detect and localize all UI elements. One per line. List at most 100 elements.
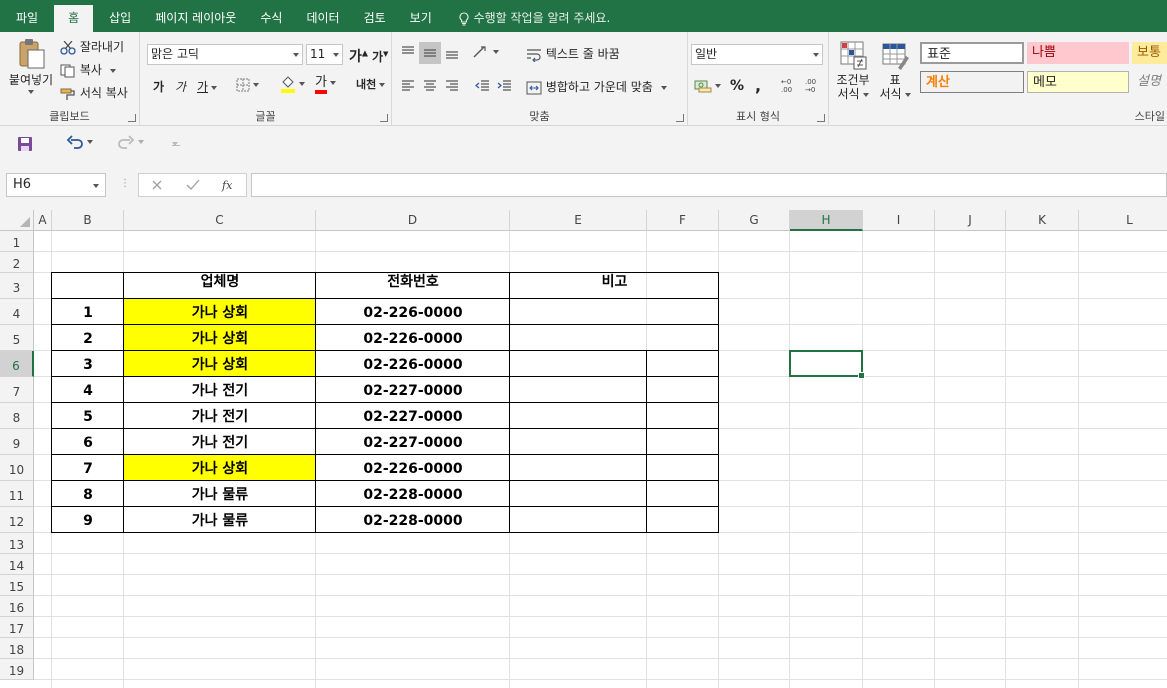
italic-button[interactable]: 가 bbox=[175, 78, 186, 95]
column-header-i[interactable]: I bbox=[863, 210, 935, 231]
row-header-12[interactable]: 12 bbox=[0, 507, 34, 533]
row-header-16[interactable]: 16 bbox=[0, 596, 34, 617]
borders-dropdown-icon[interactable] bbox=[253, 82, 259, 87]
cancel-icon[interactable] bbox=[151, 179, 163, 191]
cell-phone[interactable]: 02-227-0000 bbox=[316, 377, 510, 403]
cell-company[interactable]: 가나 상회 bbox=[124, 325, 316, 351]
paste-dropdown-icon[interactable] bbox=[28, 89, 34, 94]
align-bottom-icon[interactable] bbox=[444, 44, 460, 60]
grow-font-button[interactable]: 가▲ bbox=[349, 46, 368, 66]
cell-number[interactable]: 6 bbox=[52, 429, 124, 455]
worksheet-grid[interactable]: A B C D E F G H I J K L 1 2 3 4 5 6 7 8 9 10 11 12 13 14 15 16 17 18 1… bbox=[0, 210, 1167, 688]
cell-number[interactable]: 7 bbox=[52, 455, 124, 481]
row-header-9[interactable]: 9 bbox=[0, 429, 34, 455]
row-header-6[interactable]: 6 bbox=[0, 351, 34, 377]
style-calculation[interactable]: 계산 bbox=[920, 71, 1024, 93]
font-size-select[interactable]: 11 bbox=[306, 44, 343, 65]
redo-button[interactable] bbox=[117, 134, 144, 150]
save-icon[interactable] bbox=[17, 136, 33, 152]
cell-company[interactable]: 가나 물류 bbox=[124, 481, 316, 507]
row-header-2[interactable]: 2 bbox=[0, 252, 34, 273]
orientation-button[interactable] bbox=[472, 44, 499, 60]
cell-company[interactable]: 가나 물류 bbox=[124, 507, 316, 533]
orientation-dropdown-icon[interactable] bbox=[493, 50, 499, 54]
fill-color-button[interactable] bbox=[280, 75, 305, 93]
increase-indent-icon[interactable] bbox=[496, 78, 512, 94]
number-launcher-icon[interactable] bbox=[817, 114, 825, 122]
bold-button[interactable]: 가 bbox=[153, 78, 164, 95]
row-header-8[interactable]: 8 bbox=[0, 403, 34, 429]
cell-number[interactable]: 2 bbox=[52, 325, 124, 351]
style-normal[interactable]: 표준 bbox=[920, 42, 1024, 64]
row-header-4[interactable]: 4 bbox=[0, 299, 34, 325]
align-middle-button[interactable] bbox=[419, 42, 441, 64]
undo-dropdown-icon[interactable] bbox=[87, 140, 93, 144]
cell-phone[interactable]: 02-228-0000 bbox=[316, 507, 510, 533]
phonetic-dropdown-icon[interactable] bbox=[379, 83, 386, 87]
decrease-decimal-icon[interactable]: .00→0 bbox=[802, 76, 822, 94]
cell-phone[interactable]: 02-227-0000 bbox=[316, 429, 510, 455]
align-top-icon[interactable] bbox=[400, 44, 416, 60]
column-header-l[interactable]: L bbox=[1079, 210, 1167, 231]
cell-number[interactable]: 3 bbox=[52, 351, 124, 377]
column-header-j[interactable]: J bbox=[935, 210, 1006, 231]
format-painter-button[interactable]: 서식 복사 bbox=[60, 84, 128, 101]
cut-button[interactable]: 잘라내기 bbox=[60, 38, 124, 55]
align-left-icon[interactable] bbox=[400, 78, 416, 94]
cell-company[interactable]: 가나 상회 bbox=[124, 455, 316, 481]
underline-button[interactable]: 가 bbox=[197, 78, 218, 95]
select-all-button[interactable] bbox=[0, 210, 34, 231]
undo-button[interactable] bbox=[66, 134, 93, 150]
row-header-18[interactable]: 18 bbox=[0, 638, 34, 659]
formula-bar-splitter-icon[interactable]: ⋮ bbox=[120, 178, 130, 189]
insert-function-icon[interactable]: fx bbox=[221, 177, 237, 193]
column-header-g[interactable]: G bbox=[719, 210, 790, 231]
decrease-indent-icon[interactable] bbox=[474, 78, 490, 94]
tab-view[interactable]: 보기 bbox=[398, 0, 444, 32]
style-bad[interactable]: 나쁨 bbox=[1027, 42, 1129, 64]
copy-dropdown-icon[interactable] bbox=[109, 68, 116, 73]
borders-button[interactable] bbox=[236, 77, 259, 92]
tell-me-box[interactable]: 수행할 작업을 알려 주세요. bbox=[444, 0, 610, 32]
style-neutral[interactable]: 보통 bbox=[1132, 42, 1167, 64]
row-header-5[interactable]: 5 bbox=[0, 325, 34, 351]
align-center-icon[interactable] bbox=[422, 78, 438, 94]
row-header-17[interactable]: 17 bbox=[0, 617, 34, 638]
cell-company[interactable]: 가나 전기 bbox=[124, 377, 316, 403]
merge-center-dropdown-icon[interactable] bbox=[660, 85, 667, 90]
name-box[interactable]: H6 bbox=[6, 173, 106, 197]
formula-input[interactable] bbox=[251, 173, 1167, 197]
cell-company[interactable]: 가나 전기 bbox=[124, 403, 316, 429]
tab-home[interactable]: 홈 bbox=[54, 5, 94, 32]
accounting-dropdown-icon[interactable] bbox=[715, 83, 721, 88]
conditional-formatting-button[interactable]: 조건부 서식 bbox=[833, 40, 873, 101]
accounting-format-button[interactable] bbox=[694, 78, 721, 93]
row-header-3[interactable]: 3 bbox=[0, 273, 34, 299]
style-note[interactable]: 메모 bbox=[1027, 71, 1129, 93]
cell-phone[interactable]: 02-226-0000 bbox=[316, 325, 510, 351]
paste-button[interactable]: 붙여넣기 bbox=[6, 38, 56, 95]
underline-dropdown-icon[interactable] bbox=[211, 85, 218, 90]
selected-cell[interactable] bbox=[789, 350, 865, 379]
fill-color-dropdown-icon[interactable] bbox=[299, 82, 305, 86]
name-box-dropdown-icon[interactable] bbox=[93, 184, 99, 188]
cell-phone[interactable]: 02-226-0000 bbox=[316, 351, 510, 377]
increase-decimal-icon[interactable]: ←0.00 bbox=[778, 76, 798, 94]
column-header-d[interactable]: D bbox=[316, 210, 510, 231]
row-header-19[interactable]: 19 bbox=[0, 659, 34, 680]
align-right-icon[interactable] bbox=[444, 78, 460, 94]
cell-phone[interactable]: 02-226-0000 bbox=[316, 455, 510, 481]
cell-phone[interactable]: 02-226-0000 bbox=[316, 299, 510, 325]
redo-dropdown-icon[interactable] bbox=[138, 140, 144, 144]
row-header-1[interactable]: 1 bbox=[0, 231, 34, 252]
cell-company[interactable]: 가나 상회 bbox=[124, 299, 316, 325]
font-color-dropdown-icon[interactable] bbox=[329, 80, 336, 85]
cell-company[interactable]: 가나 상회 bbox=[124, 351, 316, 377]
tab-review[interactable]: 검토 bbox=[352, 0, 398, 32]
cell-number[interactable]: 1 bbox=[52, 299, 124, 325]
tab-formulas[interactable]: 수식 bbox=[248, 0, 294, 32]
clipboard-launcher-icon[interactable] bbox=[128, 114, 136, 122]
row-header-11[interactable]: 11 bbox=[0, 481, 34, 507]
row-header-14[interactable]: 14 bbox=[0, 554, 34, 575]
cell-number[interactable]: 9 bbox=[52, 507, 124, 533]
